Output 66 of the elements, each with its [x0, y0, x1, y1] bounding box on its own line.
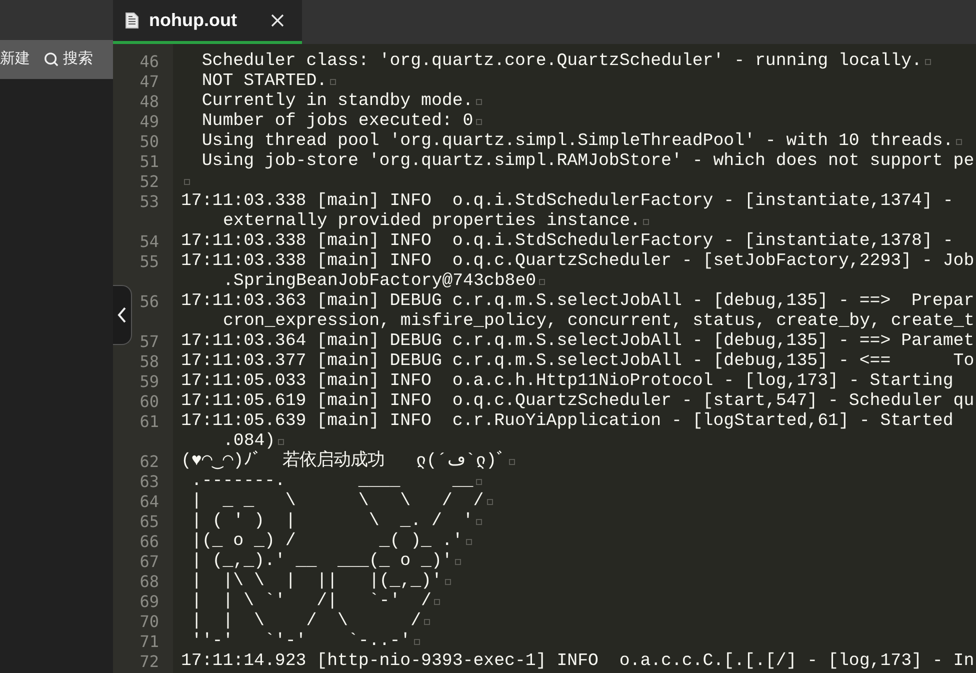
line-number: 68: [140, 572, 159, 592]
log-text: .-------. ____ __: [190, 472, 474, 492]
line-number: 54: [140, 232, 159, 252]
line-number: 63: [140, 472, 159, 492]
log-text: (♥◠‿◠)ﾉﾞ 若依启动成功 ლ(´ڡ`ლ)ﾞ: [181, 452, 506, 472]
search-icon: [44, 52, 59, 67]
log-text: | |\ \ | || |(_,_)': [190, 572, 442, 592]
log-text: 17:11:03.364 [main] DEBUG c.r.q.m.S.selectJobAll - [debug,135] - ==> Paramet: [181, 332, 974, 352]
close-icon[interactable]: [270, 14, 284, 27]
line-number: 66: [140, 532, 159, 552]
line-number: 64: [140, 492, 159, 512]
log-text: | | \ / \ /: [190, 612, 422, 632]
line-number: 71: [140, 632, 159, 652]
log-text: .SpringBeanJobFactory@743cb8e0: [223, 272, 536, 292]
collapse-handle[interactable]: [113, 285, 132, 345]
chevron-left-icon: [117, 306, 127, 324]
line-number: 70: [140, 612, 159, 632]
log-text: 17:11:14.923 [http-nio-9393-exec-1] INFO o.a.c.c.C.[.[.[/] - [log,173] - In: [181, 652, 974, 672]
line-number: 59: [140, 372, 159, 392]
line-number: 52: [140, 172, 159, 192]
log-text: NOT STARTED.: [200, 72, 328, 92]
log-text: 17:11:03.338 [main] INFO o.q.c.QuartzScheduler - [setJobFactory,2293] - Job: [181, 252, 974, 272]
log-text: | ( ' ) | \ _. / ': [190, 512, 474, 532]
line-number: 49: [140, 112, 159, 132]
file-tab[interactable]: nohup.out: [113, 0, 302, 44]
line-number: 65: [140, 512, 159, 532]
line-number: 56: [140, 292, 159, 312]
log-text: Currently in standby mode.: [200, 92, 474, 112]
line-number: 60: [140, 392, 159, 412]
document-icon: [125, 12, 139, 29]
line-number: 50: [140, 132, 159, 152]
log-text: ''-' `'-' `-..-': [190, 632, 411, 652]
log-text: Scheduler class: 'org.quartz.core.QuartzScheduler' - running locally.: [200, 52, 922, 72]
line-number: 51: [140, 152, 159, 172]
log-text: cron_expression, misfire_policy, concurrent, status, create_by, create_t: [223, 312, 974, 332]
log-text: | _ _ \ \ \ / /: [190, 492, 484, 512]
line-number: 62: [140, 452, 159, 472]
line-number: 48: [140, 92, 159, 112]
log-text: 17:11:05.033 [main] INFO o.a.c.h.Http11NioProtocol - [log,173] - Starting: [181, 372, 954, 392]
log-text: | (_,_).' __ ___(_ o _)': [190, 552, 452, 572]
log-text: Number of jobs executed: 0: [200, 112, 474, 132]
log-text: Using job-store 'org.quartz.simpl.RAMJobStore' - which does not support pe: [200, 152, 974, 172]
log-text: 17:11:05.639 [main] INFO c.r.RuoYiApplication - [logStarted,61] - Started: [181, 412, 954, 432]
log-text: externally provided properties instance.: [223, 212, 640, 232]
line-number: 46: [140, 52, 159, 72]
log-text: | | \ `' /| `-' /: [190, 592, 432, 612]
line-number: 53: [140, 192, 159, 212]
log-text: 17:11:03.377 [main] DEBUG c.r.q.m.S.selectJobAll - [debug,135] - <== To: [181, 352, 974, 372]
tab-title: nohup.out: [149, 9, 237, 32]
log-text: 17:11:03.363 [main] DEBUG c.r.q.m.S.selectJobAll - [debug,135] - ==> Prepar: [181, 292, 974, 312]
line-number: 67: [140, 552, 159, 572]
log-text: .084): [223, 432, 276, 451]
log-text: 17:11:03.338 [main] INFO o.q.i.StdSchedulerFactory - [instantiate,1374] -: [181, 192, 954, 212]
line-number: 58: [140, 352, 159, 372]
line-number: 57: [140, 332, 159, 352]
log-text: Using thread pool 'org.quartz.simpl.SimpleThreadPool' - with 10 threads.: [200, 132, 954, 152]
line-number: 69: [140, 592, 159, 612]
log-text: 17:11:03.338 [main] INFO o.q.i.StdSchedulerFactory - [instantiate,1378] -: [181, 232, 954, 252]
line-number: 47: [140, 72, 159, 92]
line-number: 72: [140, 652, 159, 672]
log-text: |(_ o _) / _( )_ .': [190, 532, 463, 552]
line-number: 55: [140, 252, 159, 272]
log-text: 17:11:05.619 [main] INFO o.q.c.QuartzScheduler - [start,547] - Scheduler qu: [181, 392, 974, 412]
line-number: 61: [140, 412, 159, 432]
new-button[interactable]: 新建: [0, 48, 30, 71]
search-button[interactable]: 搜索: [44, 48, 93, 71]
